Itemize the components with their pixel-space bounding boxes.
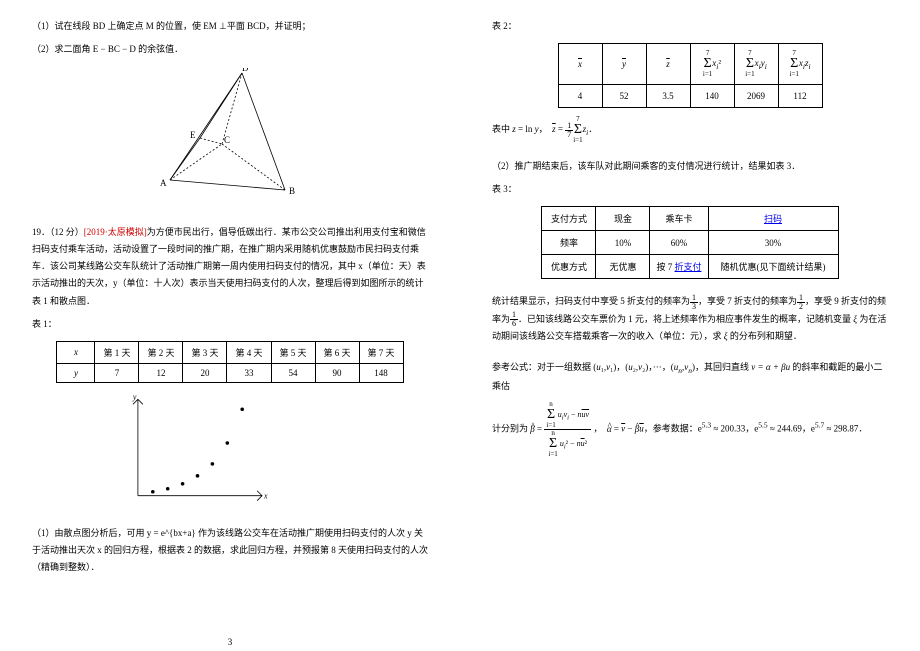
svg-text:x: x [263,491,268,500]
t3-r3c2: 无优惠 [596,255,650,279]
t2-h1: x [558,44,602,85]
t3-r2c1: 频率 [542,231,596,255]
q19-part2: （2）推广期结束后，该车队对此期间乘客的支付情况进行统计，结果如表 3． [492,158,888,175]
scatter-plot: x y [122,391,272,511]
t1-r5: 54 [271,363,315,382]
t3-r2c4: 30% [708,231,838,255]
table-3: 支付方式 现金 乘车卡 扫码 频率 10% 60% 30% 优惠方式 无优惠 按… [541,206,838,279]
t2-v1: 4 [558,85,602,108]
t3-r1c3: 乘车卡 [650,207,708,231]
t2-h2: y [602,44,646,85]
discount-link[interactable]: 折支付 [675,262,702,272]
t1-r6: 90 [315,363,359,382]
t3-r3c1: 优惠方式 [542,255,596,279]
t1-h7: 第 7 天 [359,341,403,363]
reference-line2: 计分别为 β = nΣi=1 uivi − nuv nΣi=1 ui² − nu… [492,401,888,458]
t1-h4: 第 4 天 [227,341,271,363]
q18-part2: （2）求二面角 E − BC − D 的余弦值． [32,41,428,58]
page-number: 3 [228,637,233,647]
reference-line1: 参考公式：对于一组数据 (u₁,v₁)，(u₂,v₂)，···，(un,vn)，… [492,359,888,395]
t1-r2: 12 [139,363,183,382]
left-column: （1）试在线段 BD 上确定点 M 的位置，使 EM ⊥平面 BCD，并证明； … [0,0,460,651]
t2-v3: 3.5 [646,85,690,108]
t1-h1: 第 1 天 [95,341,139,363]
t2-v5: 2069 [734,85,778,108]
q19-text1: 为方便市民出行，倡导低碳出行．某市公交公司推出利用支付宝和微信扫码支付乘车活动，… [32,227,426,305]
q19-stem: 19．（12 分）[2019·太原模拟]为方便市民出行，倡导低碳出行．某市公交公… [32,224,428,309]
q19-number: 19．（12 分） [32,227,84,237]
q19-tag: [2019·太原模拟] [84,227,147,237]
t2-v2: 52 [602,85,646,108]
t3-r1c4: 扫码 [708,207,838,231]
t2-h5: 7Σi=1xiyi [734,44,778,85]
svg-text:D: D [242,68,249,73]
table3-label: 表 3： [492,181,888,198]
svg-text:A: A [160,178,167,188]
table-1: x 第 1 天 第 2 天 第 3 天 第 4 天 第 5 天 第 6 天 第 … [56,341,403,383]
t2-h4: 7Σi=1xi² [690,44,734,85]
z-definition: 表中 z = ln y， z = 177Σi=1zi． [492,116,888,144]
t3-r1c2: 现金 [596,207,650,231]
t1-r7: 148 [359,363,403,382]
q18-part1: （1）试在线段 BD 上确定点 M 的位置，使 EM ⊥平面 BCD，并证明； [32,18,428,35]
table-2: x y z 7Σi=1xi² 7Σi=1xiyi 7Σi=1xizi 4 52 … [558,43,823,108]
svg-text:y: y [132,392,137,401]
t1-r3: 20 [183,363,227,382]
t1-h5: 第 5 天 [271,341,315,363]
t2-v4: 140 [690,85,734,108]
t2-h3: z [646,44,690,85]
t1-h6: 第 6 天 [315,341,359,363]
t1-r0: y [57,363,95,382]
t1-h3: 第 3 天 [183,341,227,363]
t3-r3c4: 随机优惠(见下面统计结果) [708,255,838,279]
t3-r2c3: 60% [650,231,708,255]
stats-paragraph: 统计结果显示，扫码支付中享受 5 折支付的频率为13，享受 7 折支付的频率为1… [492,293,888,345]
t2-v6: 112 [778,85,822,108]
table2-label: 表 2： [492,18,888,35]
t3-r2c2: 10% [596,231,650,255]
t1-h0: x [57,341,95,363]
right-column: 表 2： x y z 7Σi=1xi² 7Σi=1xiyi 7Σi=1xizi … [460,0,920,651]
svg-text:E: E [190,130,196,140]
t2-h6: 7Σi=1xizi [778,44,822,85]
svg-text:B: B [289,186,295,196]
svg-text:C: C [224,135,230,145]
t1-r1: 7 [95,363,139,382]
q19-part1: （1）由散点图分析后，可用 y = e^{bx+a} 作为该线路公交车在活动推广… [32,525,428,576]
t3-r3c3: 按 7 折支付 [650,255,708,279]
scan-link[interactable]: 扫码 [764,214,782,224]
t3-r1c1: 支付方式 [542,207,596,231]
table1-label: 表 1： [32,316,428,333]
t1-r4: 33 [227,363,271,382]
pyramid-figure: A B C D E [130,68,330,198]
t1-h2: 第 2 天 [139,341,183,363]
